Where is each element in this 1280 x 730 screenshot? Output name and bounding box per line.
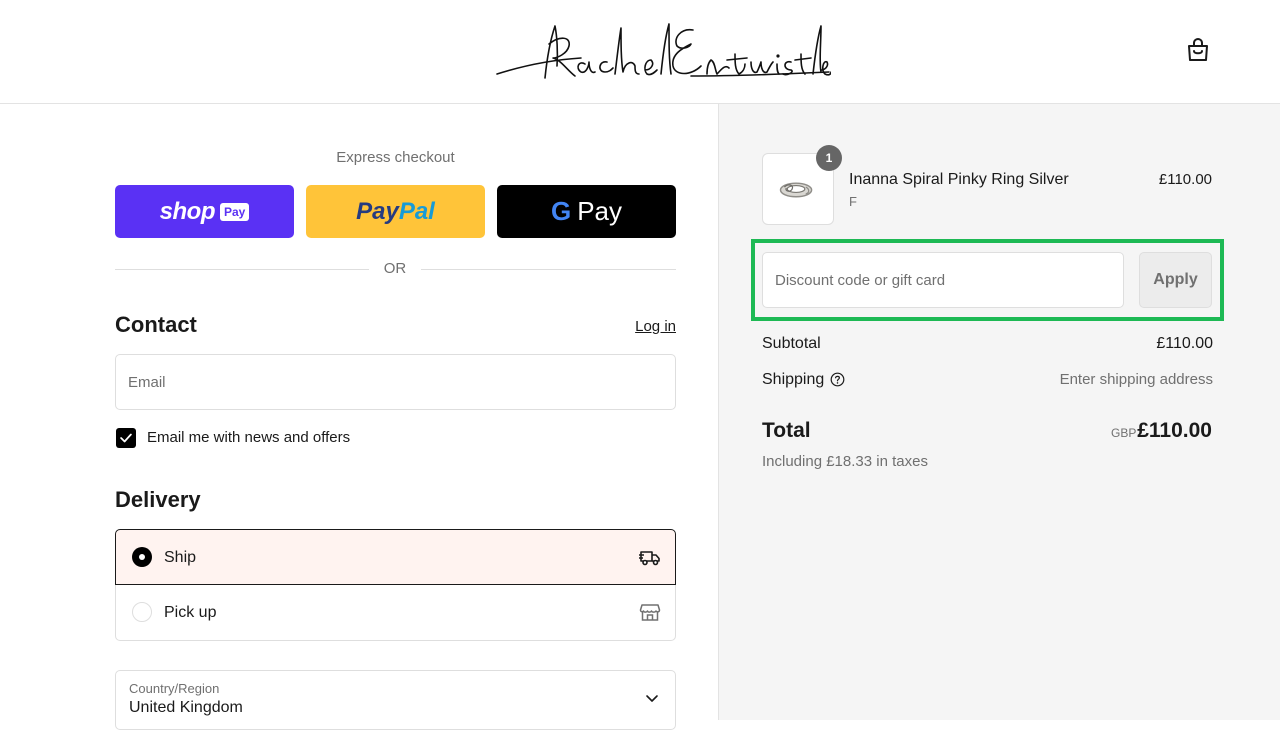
email-field[interactable]	[115, 354, 676, 410]
delivery-heading: Delivery	[115, 487, 201, 512]
brand-logo[interactable]: Rachel Entwistle	[495, 14, 832, 86]
shipping-value: Enter shipping address	[1059, 371, 1213, 388]
country-label: Country/Region	[129, 681, 220, 696]
or-divider-label: OR	[383, 260, 407, 277]
divider-right	[421, 269, 676, 270]
ship-radio[interactable]	[132, 547, 152, 567]
shopping-bag-icon[interactable]	[1184, 36, 1212, 64]
signature-logo-graphic	[496, 23, 832, 79]
google-pay-wordmark: Pay	[577, 196, 623, 226]
newsletter-label: Email me with news and offers	[147, 429, 351, 446]
shop-pay-wordmark: shop	[159, 197, 216, 225]
order-summary: 1 Inanna Spiral Pinky Ring Silver F £110…	[718, 104, 1280, 720]
help-circle-icon[interactable]	[830, 372, 845, 387]
tax-note: Including £18.33 in taxes	[762, 453, 928, 470]
delivery-option-ship[interactable]: Ship	[115, 529, 676, 585]
subtotal-value: £110.00	[1156, 335, 1213, 352]
ship-label: Ship	[164, 549, 197, 566]
google-g-icon: G	[550, 196, 572, 226]
discount-code-field[interactable]	[762, 252, 1124, 308]
login-link[interactable]: Log in	[600, 318, 676, 335]
shop-pay-button[interactable]: shop Pay	[115, 185, 294, 238]
paypal-wordmark-pay: Pay	[356, 197, 399, 225]
express-checkout-label: Express checkout	[336, 149, 455, 166]
google-pay-button[interactable]: G Pay	[497, 185, 676, 238]
product-variant: F	[849, 194, 857, 209]
apply-discount-button[interactable]: Apply	[1139, 252, 1212, 308]
delivery-option-pickup[interactable]: Pick up	[115, 585, 676, 641]
truck-icon	[639, 546, 661, 568]
checkout-form: Express checkout shop Pay PayPal G Pay O…	[0, 104, 718, 730]
total-currency: GBP	[1111, 426, 1137, 440]
subtotal-label: Subtotal	[762, 335, 821, 352]
checkmark-icon	[120, 433, 132, 443]
pickup-label: Pick up	[164, 604, 217, 621]
divider-left	[115, 269, 369, 270]
store-icon	[639, 601, 661, 623]
pickup-radio[interactable]	[132, 602, 152, 622]
newsletter-checkbox[interactable]	[116, 428, 136, 448]
contact-heading: Contact	[115, 312, 197, 337]
header: Rachel Entwistle	[0, 0, 1280, 104]
country-select[interactable]: Country/Region United Kingdom	[115, 670, 676, 730]
subtotal-row: Subtotal £110.00	[762, 335, 1213, 353]
shipping-label: Shipping	[762, 371, 825, 388]
chevron-down-icon	[645, 691, 659, 705]
product-name: Inanna Spiral Pinky Ring Silver	[849, 171, 1069, 188]
product-price: £110.00	[1158, 171, 1212, 188]
shipping-row: Shipping Enter shipping address	[762, 371, 1213, 389]
paypal-wordmark-pal: Pal	[398, 197, 435, 225]
quantity-badge: 1	[816, 145, 842, 171]
total-label: Total	[762, 419, 811, 442]
paypal-button[interactable]: PayPal	[306, 185, 485, 238]
shop-pay-badge: Pay	[219, 202, 250, 221]
total-value: £110.00	[1137, 419, 1212, 442]
country-value: United Kingdom	[129, 699, 243, 716]
